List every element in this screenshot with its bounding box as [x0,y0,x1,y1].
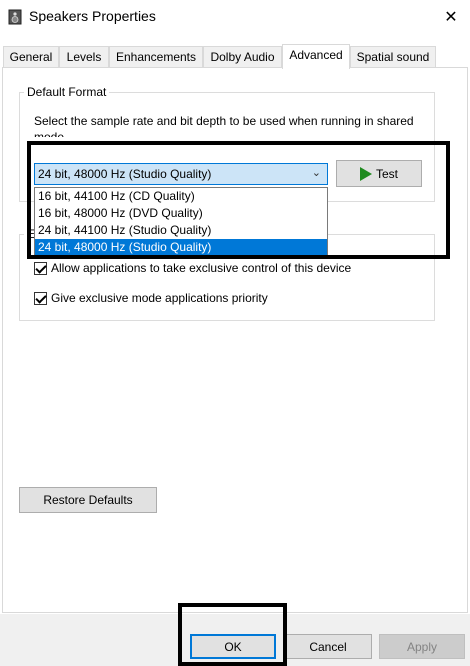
default-format-title: Default Format [24,85,110,99]
dropdown-option[interactable]: 24 bit, 44100 Hz (Studio Quality) [35,222,327,239]
speaker-icon [8,9,22,25]
tab-general[interactable]: General [3,46,59,67]
title-bar: Speakers Properties ✕ [0,0,470,34]
allow-exclusive-checkbox[interactable] [34,261,47,275]
sample-rate-combo[interactable]: 24 bit, 48000 Hz (Studio Quality) ⌄ [34,163,328,185]
close-button[interactable]: ✕ [432,0,470,34]
dropdown-option[interactable]: 16 bit, 44100 Hz (CD Quality) [35,188,327,205]
test-button[interactable]: Test [336,160,422,187]
allow-exclusive-label: Allow applications to take exclusive con… [51,261,352,275]
sample-rate-dropdown-list: 16 bit, 44100 Hz (CD Quality) 16 bit, 48… [34,187,328,257]
default-format-description: Select the sample rate and bit depth to … [34,114,414,137]
apply-button[interactable]: Apply [379,634,465,659]
close-icon: ✕ [444,9,458,26]
tab-strip: General Levels Enhancements Dolby Audio … [0,44,470,69]
play-icon [359,166,372,181]
dropdown-option[interactable]: 16 bit, 48000 Hz (DVD Quality) [35,205,327,222]
tab-dolby-audio[interactable]: Dolby Audio [203,46,282,67]
tab-enhancements[interactable]: Enhancements [109,46,203,67]
tab-levels[interactable]: Levels [59,46,109,67]
allow-exclusive-row[interactable]: Allow applications to take exclusive con… [34,261,351,275]
priority-label: Give exclusive mode applications priorit… [51,291,268,305]
restore-defaults-button[interactable]: Restore Defaults [19,487,157,513]
cancel-button[interactable]: Cancel [284,634,372,659]
priority-row[interactable]: Give exclusive mode applications priorit… [34,291,268,305]
tab-spatial-sound[interactable]: Spatial sound [350,46,436,67]
ok-button[interactable]: OK [190,634,276,659]
window-title: Speakers Properties [29,8,156,24]
chevron-down-icon: ⌄ [311,167,321,179]
priority-checkbox[interactable] [34,291,47,305]
test-button-label: Test [375,166,398,181]
tab-advanced[interactable]: Advanced [282,44,350,69]
dropdown-option-selected[interactable]: 24 bit, 48000 Hz (Studio Quality) [35,239,327,256]
combo-selected-value: 24 bit, 48000 Hz (Studio Quality) [38,167,212,181]
